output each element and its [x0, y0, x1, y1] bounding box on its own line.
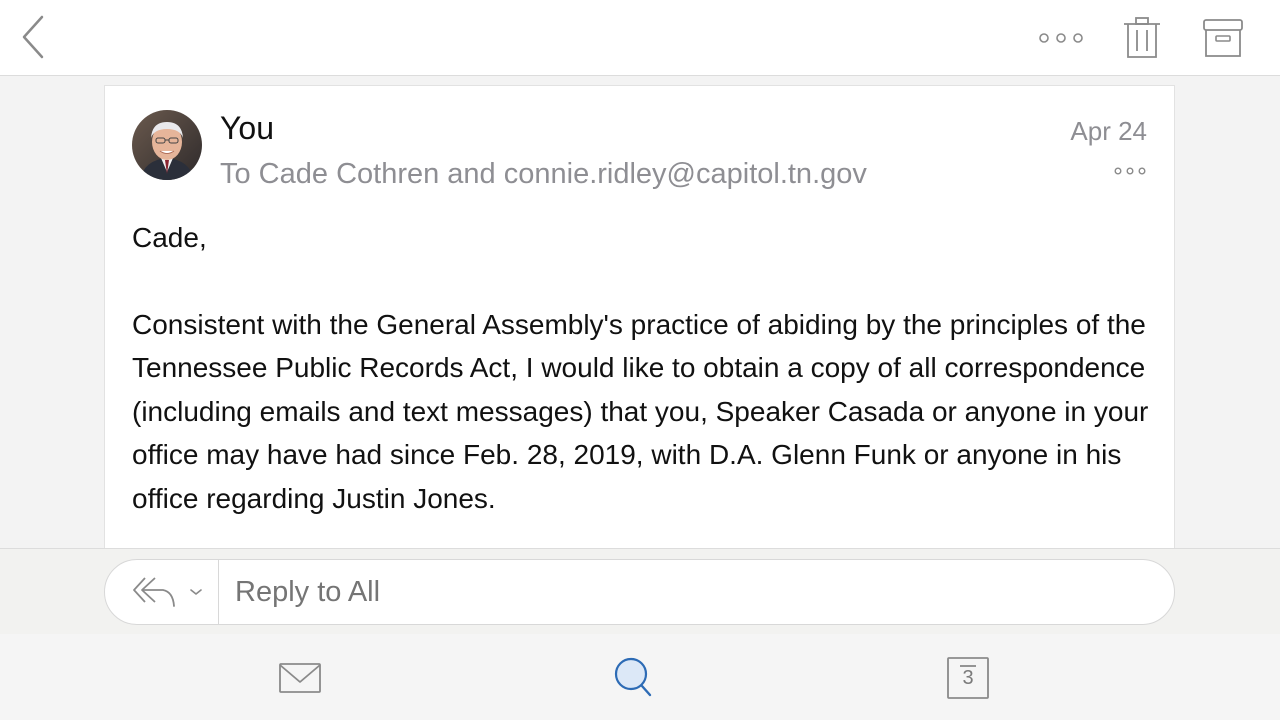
avatar-portrait-image [132, 110, 202, 180]
top-toolbar [0, 0, 1280, 76]
message-date: Apr 24 [1070, 116, 1147, 146]
tab-search[interactable] [610, 654, 658, 702]
archive-button[interactable] [1200, 16, 1246, 60]
reply-all-options-button[interactable] [105, 560, 219, 624]
message-greeting: Cade, [132, 222, 207, 253]
message-paragraph: Consistent with the General Assembly's p… [132, 308, 1149, 514]
message-view: You To Cade Cothren and connie.ridley@ca… [0, 77, 1280, 555]
reply-field-container [104, 559, 1175, 625]
trash-icon [1124, 17, 1160, 58]
calendar-day-number: 3 [962, 667, 974, 689]
back-icon [22, 15, 44, 59]
message-more-button[interactable] [1112, 162, 1148, 180]
recipients-line[interactable]: To Cade Cothren and connie.ridley@capito… [220, 158, 867, 191]
more-horizontal-icon [1039, 33, 1083, 43]
sender-name: You [220, 110, 274, 146]
search-icon [614, 657, 652, 697]
message-card: You To Cade Cothren and connie.ridley@ca… [104, 85, 1175, 555]
tab-calendar[interactable]: 3 [944, 654, 992, 702]
more-horizontal-icon [1114, 167, 1146, 175]
reply-all-icon [133, 577, 202, 607]
tab-mail[interactable] [276, 654, 324, 702]
reply-bar [0, 548, 1280, 634]
archive-icon [1203, 19, 1243, 57]
avatar[interactable] [132, 110, 202, 180]
delete-button[interactable] [1122, 16, 1162, 60]
message-body: Cade, Consistent with the General Assemb… [132, 216, 1152, 520]
more-options-button[interactable] [1036, 26, 1086, 50]
back-button[interactable] [18, 14, 50, 60]
bottom-tab-bar: 3 [0, 634, 1280, 720]
mail-icon [279, 663, 321, 693]
reply-input[interactable] [235, 574, 1135, 610]
